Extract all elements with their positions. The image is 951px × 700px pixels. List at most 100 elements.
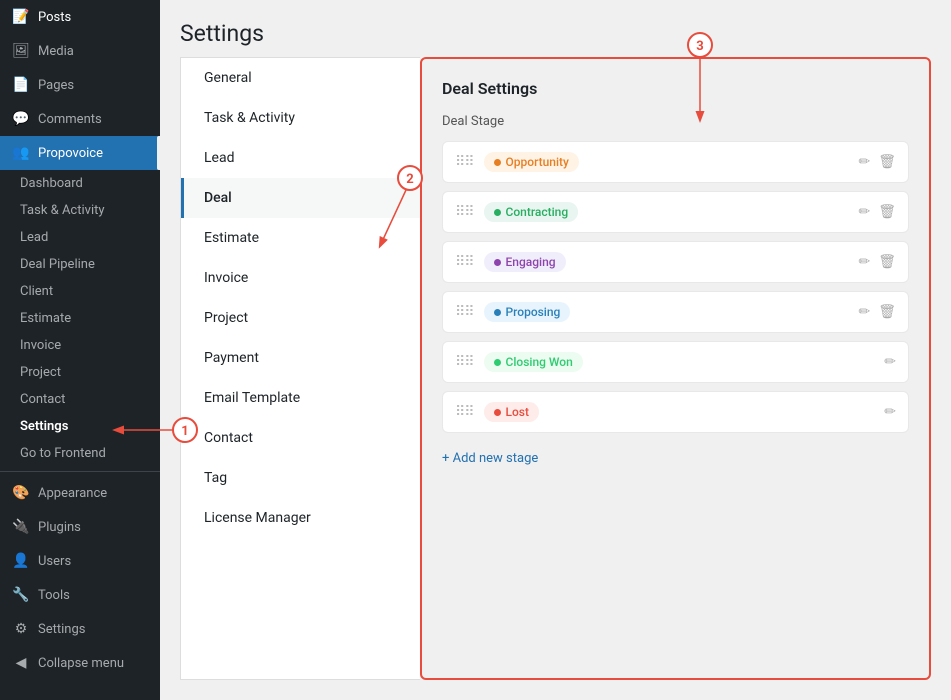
sidebar-item-contact[interactable]: Contact: [0, 386, 160, 413]
stage-dot-closing-won: [494, 359, 501, 366]
sidebar-item-users[interactable]: 👤 Users: [0, 544, 160, 578]
appearance-icon: 🎨: [12, 484, 30, 502]
sidebar-item-dashboard[interactable]: Dashboard: [0, 170, 160, 197]
stage-label-proposing: Proposing: [506, 305, 561, 319]
stage-label-closing-won: Closing Won: [506, 355, 573, 369]
stage-label-engaging: Engaging: [506, 255, 556, 269]
sidebar: 📝 Posts 🖼 Media 📄 Pages 💬 Comments 👥 Pro…: [0, 0, 160, 700]
drag-handle-engaging[interactable]: ⠿⠿: [455, 254, 474, 270]
tools-icon: 🔧: [12, 586, 30, 604]
add-stage-button[interactable]: + Add new stage: [442, 441, 538, 476]
drag-handle-proposing[interactable]: ⠿⠿: [455, 304, 474, 320]
sidebar-item-client[interactable]: Client: [0, 278, 160, 305]
sidebar-item-label: Settings: [38, 622, 85, 637]
stage-actions-engaging: ✏ 🗑: [858, 254, 896, 270]
edit-stage-contracting[interactable]: ✏: [858, 204, 870, 220]
users-icon: 👤: [12, 552, 30, 570]
sidebar-item-settings[interactable]: Settings: [0, 413, 160, 440]
stage-item-lost: ⠿⠿ Lost ✏: [442, 391, 909, 433]
delete-stage-proposing[interactable]: 🗑: [878, 304, 896, 320]
delete-stage-opportunity[interactable]: 🗑: [878, 154, 896, 170]
settings-nav-project[interactable]: Project: [181, 298, 420, 338]
stage-badge-closing-won: Closing Won: [484, 352, 583, 372]
drag-handle-closing-won[interactable]: ⠿⠿: [455, 354, 474, 370]
stage-badge-engaging: Engaging: [484, 252, 566, 272]
stage-actions-proposing: ✏ 🗑: [858, 304, 896, 320]
sidebar-item-invoice[interactable]: Invoice: [0, 332, 160, 359]
edit-stage-lost[interactable]: ✏: [884, 404, 896, 420]
settings-nav-task-activity[interactable]: Task & Activity: [181, 98, 420, 138]
stage-item-closing-won: ⠿⠿ Closing Won ✏: [442, 341, 909, 383]
wp-settings-icon: ⚙: [12, 620, 30, 638]
stage-item-contracting: ⠿⠿ Contracting ✏ 🗑: [442, 191, 909, 233]
comments-icon: 💬: [12, 110, 30, 128]
plugins-icon: 🔌: [12, 518, 30, 536]
settings-nav-contact[interactable]: Contact: [181, 418, 420, 458]
stage-dot-lost: [494, 409, 501, 416]
sidebar-item-propovoice[interactable]: 👥 Propovoice: [0, 136, 160, 170]
stage-label-lost: Lost: [506, 405, 529, 419]
drag-handle-lost[interactable]: ⠿⠿: [455, 404, 474, 420]
stage-actions-closing-won: ✏: [884, 354, 896, 370]
sidebar-item-label: Plugins: [38, 520, 81, 535]
edit-stage-engaging[interactable]: ✏: [858, 254, 870, 270]
sidebar-item-frontend[interactable]: Go to Frontend: [0, 440, 160, 467]
sidebar-item-tools[interactable]: 🔧 Tools: [0, 578, 160, 612]
sidebar-item-media[interactable]: 🖼 Media: [0, 34, 160, 68]
sidebar-item-label: Appearance: [38, 486, 107, 501]
delete-stage-contracting[interactable]: 🗑: [878, 204, 896, 220]
sidebar-item-label: Users: [38, 554, 71, 569]
deal-stage-label: Deal Stage: [442, 114, 909, 129]
settings-nav-license[interactable]: License Manager: [181, 498, 420, 538]
sidebar-item-label: Pages: [38, 78, 74, 93]
stage-badge-contracting: Contracting: [484, 202, 579, 222]
stage-label-opportunity: Opportunity: [506, 155, 569, 169]
sidebar-item-appearance[interactable]: 🎨 Appearance: [0, 476, 160, 510]
settings-nav-deal[interactable]: Deal: [181, 178, 420, 218]
deal-settings-title: Deal Settings: [442, 79, 909, 98]
settings-nav-invoice[interactable]: Invoice: [181, 258, 420, 298]
sidebar-collapse-menu[interactable]: ◀ Collapse menu: [0, 646, 160, 680]
sidebar-item-task-activity[interactable]: Task & Activity: [0, 197, 160, 224]
page-header: Settings: [160, 0, 951, 57]
sidebar-item-label: Posts: [38, 10, 71, 25]
settings-nav-estimate[interactable]: Estimate: [181, 218, 420, 258]
sidebar-item-comments[interactable]: 💬 Comments: [0, 102, 160, 136]
edit-stage-proposing[interactable]: ✏: [858, 304, 870, 320]
stage-label-contracting: Contracting: [506, 205, 569, 219]
stage-actions-opportunity: ✏ 🗑: [858, 154, 896, 170]
sidebar-item-posts[interactable]: 📝 Posts: [0, 0, 160, 34]
stage-item-opportunity: ⠿⠿ Opportunity ✏ 🗑: [442, 141, 909, 183]
sidebar-item-label: Tools: [38, 588, 70, 603]
settings-nav-tag[interactable]: Tag: [181, 458, 420, 498]
sidebar-item-plugins[interactable]: 🔌 Plugins: [0, 510, 160, 544]
propovoice-submenu: Dashboard Task & Activity Lead Deal Pipe…: [0, 170, 160, 467]
sidebar-item-pages[interactable]: 📄 Pages: [0, 68, 160, 102]
sidebar-item-wp-settings[interactable]: ⚙ Settings: [0, 612, 160, 646]
edit-stage-closing-won[interactable]: ✏: [884, 354, 896, 370]
stage-badge-opportunity: Opportunity: [484, 152, 579, 172]
sidebar-item-estimate[interactable]: Estimate: [0, 305, 160, 332]
settings-nav-lead[interactable]: Lead: [181, 138, 420, 178]
drag-handle-contracting[interactable]: ⠿⠿: [455, 204, 474, 220]
stage-dot-opportunity: [494, 159, 501, 166]
settings-nav-general[interactable]: General: [181, 58, 420, 98]
sidebar-item-lead[interactable]: Lead: [0, 224, 160, 251]
divider: [0, 471, 160, 472]
deal-settings-panel: Deal Settings Deal Stage ⠿⠿ Opportunity …: [420, 57, 931, 680]
settings-nav-payment[interactable]: Payment: [181, 338, 420, 378]
settings-nav-email-template[interactable]: Email Template: [181, 378, 420, 418]
settings-nav: General Task & Activity Lead Deal Estima…: [180, 57, 420, 680]
pages-icon: 📄: [12, 76, 30, 94]
sidebar-item-deal-pipeline[interactable]: Deal Pipeline: [0, 251, 160, 278]
stage-item-proposing: ⠿⠿ Proposing ✏ 🗑: [442, 291, 909, 333]
stage-actions-lost: ✏: [884, 404, 896, 420]
media-icon: 🖼: [12, 42, 30, 60]
sidebar-item-project[interactable]: Project: [0, 359, 160, 386]
stage-dot-engaging: [494, 259, 501, 266]
delete-stage-engaging[interactable]: 🗑: [878, 254, 896, 270]
drag-handle-opportunity[interactable]: ⠿⠿: [455, 154, 474, 170]
page-title: Settings: [180, 20, 931, 47]
stage-dot-proposing: [494, 309, 501, 316]
edit-stage-opportunity[interactable]: ✏: [858, 154, 870, 170]
